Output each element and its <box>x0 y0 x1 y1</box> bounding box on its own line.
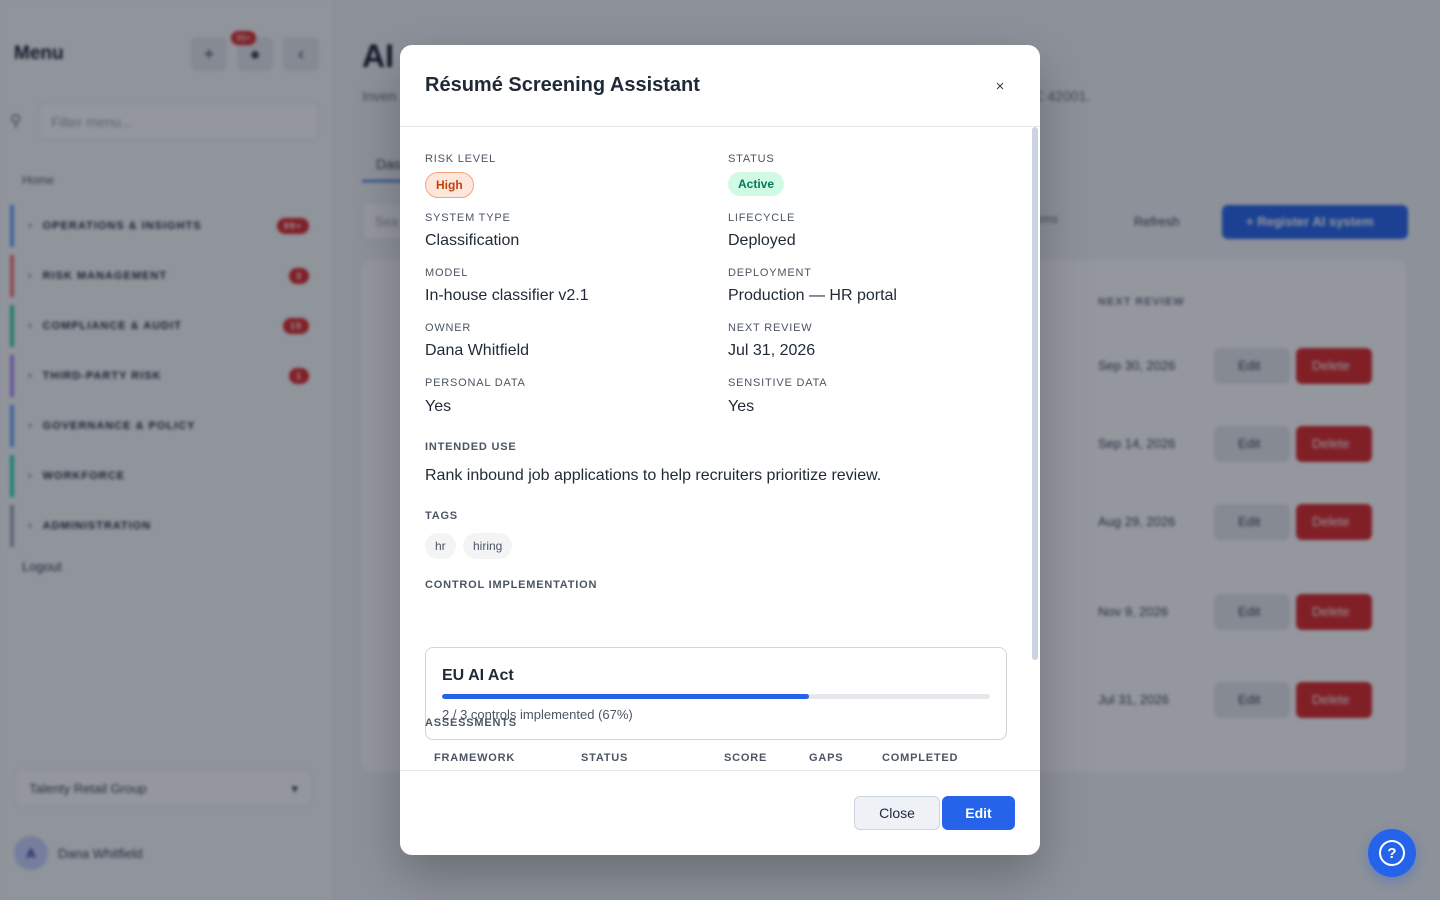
modal-title: Résumé Screening Assistant <box>425 74 700 96</box>
model-label: MODEL <box>425 267 469 279</box>
column-header-gaps: GAPS <box>809 752 844 764</box>
owner-value: Dana Whitfield <box>425 342 530 359</box>
deployment-label: DEPLOYMENT <box>728 267 812 279</box>
risk-level-badge: High <box>425 172 474 198</box>
close-button[interactable]: Close <box>854 796 940 830</box>
lifecycle-label: LIFECYCLE <box>728 212 796 224</box>
deployment-value: Production — HR portal <box>728 287 897 304</box>
system-type-value: Classification <box>425 232 520 249</box>
tags-label: TAGS <box>425 510 458 522</box>
modal-scrollbar[interactable] <box>1032 127 1038 660</box>
personal-data-value: Yes <box>425 398 452 415</box>
model-value: In-house classifier v2.1 <box>425 287 589 304</box>
modal-footer: Close Edit <box>400 770 1040 855</box>
tag-chip: hiring <box>463 533 513 559</box>
next-review-label: NEXT REVIEW <box>728 322 813 334</box>
owner-label: OWNER <box>425 322 472 334</box>
intended-use-label: INTENDED USE <box>425 441 517 453</box>
control-progress-fill <box>442 694 810 699</box>
column-header-completed: COMPLETED <box>882 752 959 764</box>
tag-chip: hr <box>425 533 456 559</box>
column-header-status: STATUS <box>581 752 629 764</box>
modal-body: RISK LEVEL High STATUS Active SYSTEM TYP… <box>400 127 1040 770</box>
column-header-score: SCORE <box>724 752 768 764</box>
modal-header: Résumé Screening Assistant × <box>400 45 1040 127</box>
help-icon: ? <box>1379 840 1405 866</box>
ai-system-detail-modal: Résumé Screening Assistant × RISK LEVEL … <box>400 45 1040 855</box>
control-implementation-label: CONTROL IMPLEMENTATION <box>425 579 598 591</box>
column-header-framework: FRAMEWORK <box>434 752 516 764</box>
status-badge: Active <box>728 172 785 196</box>
assessments-label: ASSESSMENTS <box>425 717 517 729</box>
framework-name: EU AI Act <box>442 667 514 684</box>
risk-level-label: RISK LEVEL <box>425 153 496 165</box>
help-button[interactable]: ? <box>1368 829 1416 877</box>
next-review-value: Jul 31, 2026 <box>728 342 816 359</box>
edit-button[interactable]: Edit <box>942 796 1015 830</box>
control-progress-bar <box>442 694 990 699</box>
close-icon[interactable]: × <box>990 77 1010 97</box>
status-label: STATUS <box>728 153 775 165</box>
sensitive-data-label: SENSITIVE DATA <box>728 377 828 389</box>
intended-use-value: Rank inbound job applications to help re… <box>425 467 882 484</box>
sensitive-data-value: Yes <box>728 398 755 415</box>
lifecycle-value: Deployed <box>728 232 796 249</box>
system-type-label: SYSTEM TYPE <box>425 212 511 224</box>
personal-data-label: PERSONAL DATA <box>425 377 526 389</box>
